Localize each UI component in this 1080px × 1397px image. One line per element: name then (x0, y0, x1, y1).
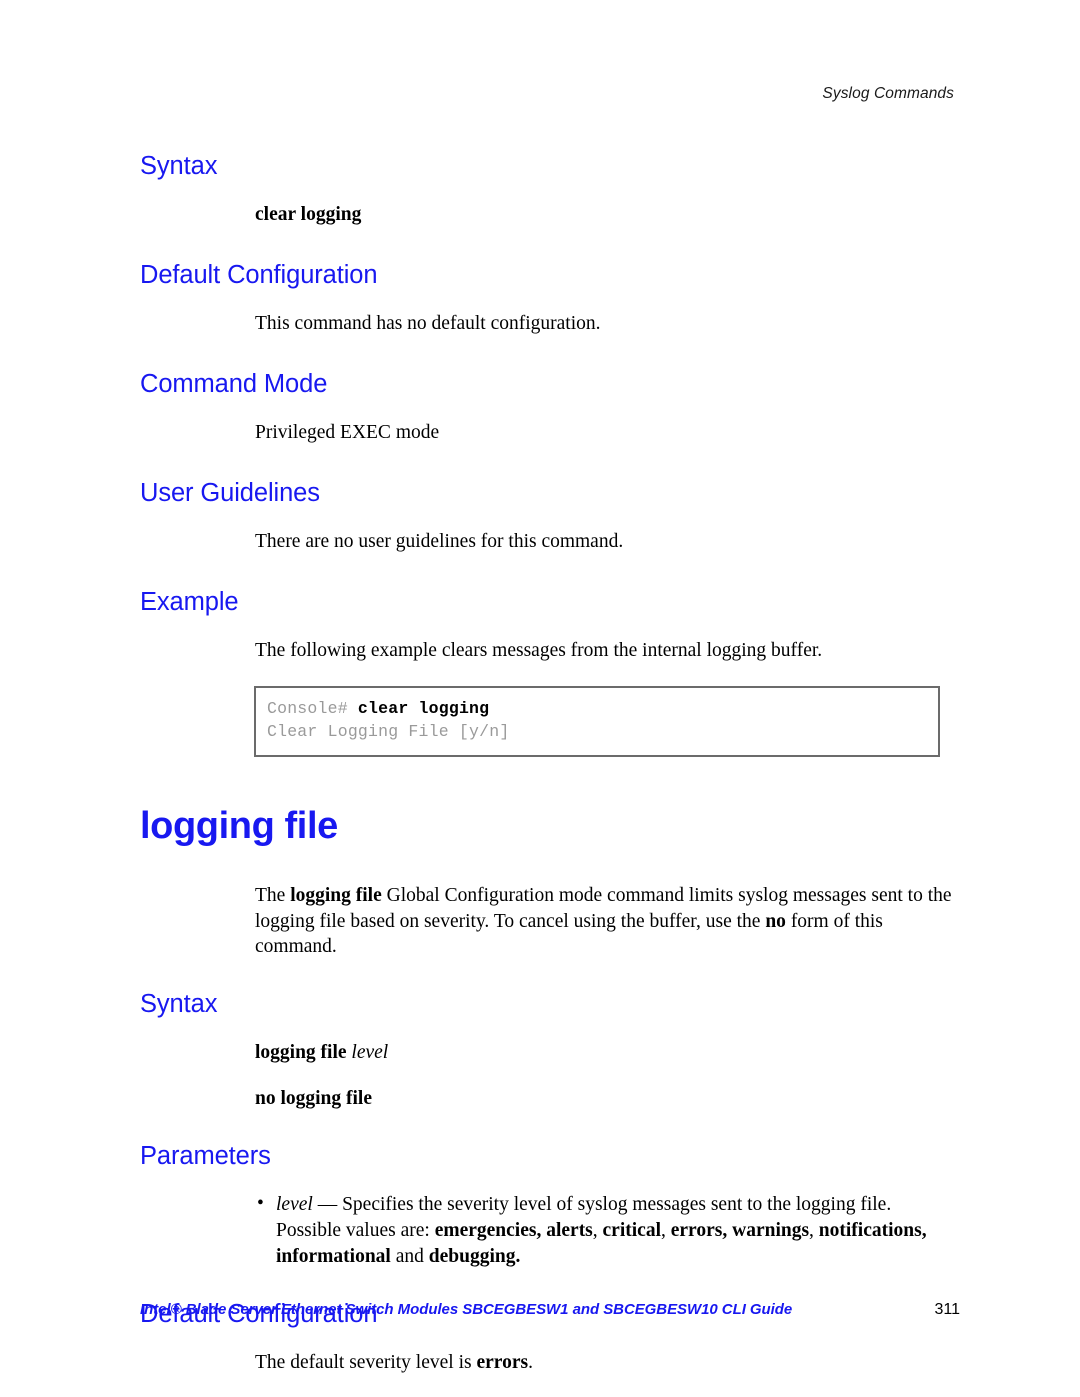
syntax-command-logging-file-level: logging file level (255, 1040, 960, 1066)
console-line-command: Console# clear logging (267, 697, 927, 720)
list-item-parameter-level: • level — Specifies the severity level of… (255, 1192, 960, 1270)
console-command: clear logging (357, 698, 490, 718)
text-default-configuration-clear-logging: This command has no default configuratio… (255, 313, 601, 335)
syntax-bold-part: logging file (255, 1042, 352, 1064)
heading-syntax-clear-logging: Syntax (140, 152, 218, 180)
console-line-output: Clear Logging File [y/n] (267, 722, 510, 742)
default-config-post: . (528, 1352, 533, 1374)
text-command-mode: Privileged EXEC mode (255, 421, 440, 443)
desc-bold-no: no (765, 910, 786, 932)
param-value-errors-warnings: errors, warnings (670, 1220, 810, 1242)
heading-user-guidelines: User Guidelines (140, 478, 320, 507)
param-name-level: level (276, 1194, 313, 1216)
page-footer: Intel® Blade Server Ethernet Switch Modu… (140, 1301, 960, 1319)
heading-parameters: Parameters (140, 1142, 271, 1171)
console-example-box: Console# clear logging Clear Logging Fil… (254, 685, 940, 757)
param-value-emergencies-alerts: emergencies, alerts (434, 1220, 593, 1242)
param-conjunction: and (390, 1246, 429, 1268)
syntax-italic-level: level (351, 1042, 389, 1064)
heading-example: Example (140, 587, 239, 616)
heading-default-configuration-clear-logging: Default Configuration (140, 260, 378, 289)
page-content: Syntax clear logging Default Configurati… (140, 152, 960, 1376)
default-config-pre: The default severity level is (255, 1352, 477, 1374)
heading-syntax-logging-file: Syntax (140, 990, 218, 1019)
footer-guide-title: Intel® Blade Server Ethernet Switch Modu… (140, 1301, 793, 1318)
default-config-bold-errors: errors (476, 1352, 529, 1374)
document-page: Syslog Commands Syntax clear logging Def… (0, 0, 1080, 1397)
desc-pre: The (255, 884, 291, 906)
text-logging-file-description: The logging file Global Configuration mo… (255, 883, 960, 961)
param-sep-3: , (809, 1220, 819, 1242)
param-value-debugging: debugging. (428, 1246, 521, 1268)
desc-bold-logging-file: logging file (290, 884, 382, 906)
page-title-logging-file: logging file (140, 804, 338, 847)
param-value-critical: critical (602, 1220, 661, 1242)
text-example: The following example clears messages fr… (255, 639, 823, 661)
text-default-configuration-logging-file: The default severity level is errors. (255, 1350, 960, 1376)
footer-page-number: 311 (934, 1301, 960, 1318)
parameters-list: • level — Specifies the severity level of… (255, 1192, 960, 1270)
heading-command-mode: Command Mode (140, 369, 328, 398)
syntax-command-clear-logging: clear logging (255, 204, 362, 226)
syntax-command-no-logging-file: no logging file (255, 1088, 373, 1110)
param-sep-1: , (592, 1220, 603, 1242)
console-prompt: Console# (267, 698, 358, 718)
text-user-guidelines: There are no user guidelines for this co… (255, 530, 624, 552)
param-sep-2: , (661, 1220, 671, 1242)
bullet-icon: • (257, 1193, 264, 1215)
param-dash: — (312, 1194, 343, 1216)
running-header: Syslog Commands (822, 85, 954, 102)
